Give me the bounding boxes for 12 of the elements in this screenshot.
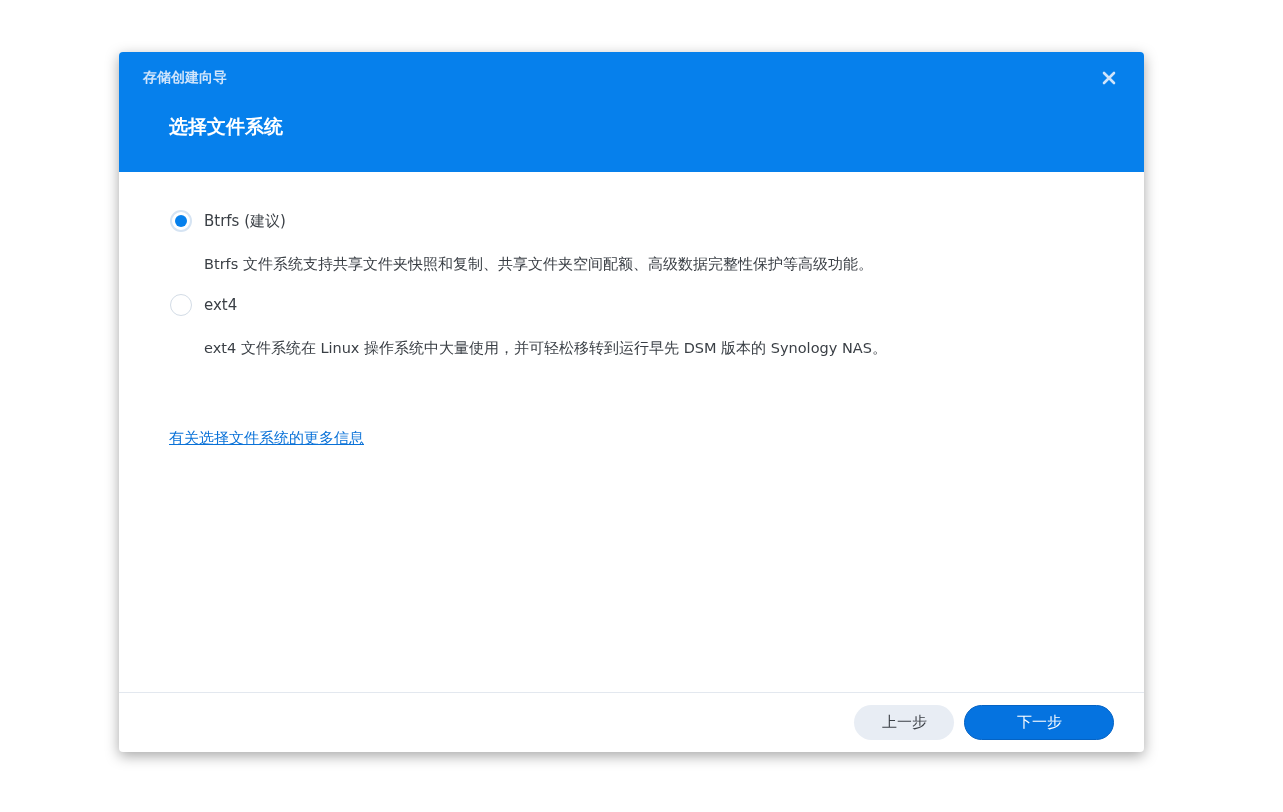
back-button[interactable]: 上一步: [854, 705, 954, 740]
more-info-link[interactable]: 有关选择文件系统的更多信息: [169, 429, 364, 447]
option-description: ext4 文件系统在 Linux 操作系统中大量使用，并可轻松移转到运行早先 DSM 版本的 Synology NAS。: [204, 340, 887, 356]
window-title: 存储创建向导: [143, 68, 227, 87]
option-label: Btrfs (建议): [204, 210, 286, 232]
option-label: ext4: [204, 294, 238, 316]
radio-button[interactable]: [170, 210, 192, 232]
option-description: Btrfs 文件系统支持共享文件夹快照和复制、共享文件夹空间配额、高级数据完整性保护等高级功能。: [204, 256, 873, 272]
close-icon: [1102, 70, 1116, 85]
radio-button[interactable]: [170, 294, 192, 316]
next-button[interactable]: 下一步: [964, 705, 1114, 740]
step-heading: 选择文件系统: [169, 115, 283, 137]
